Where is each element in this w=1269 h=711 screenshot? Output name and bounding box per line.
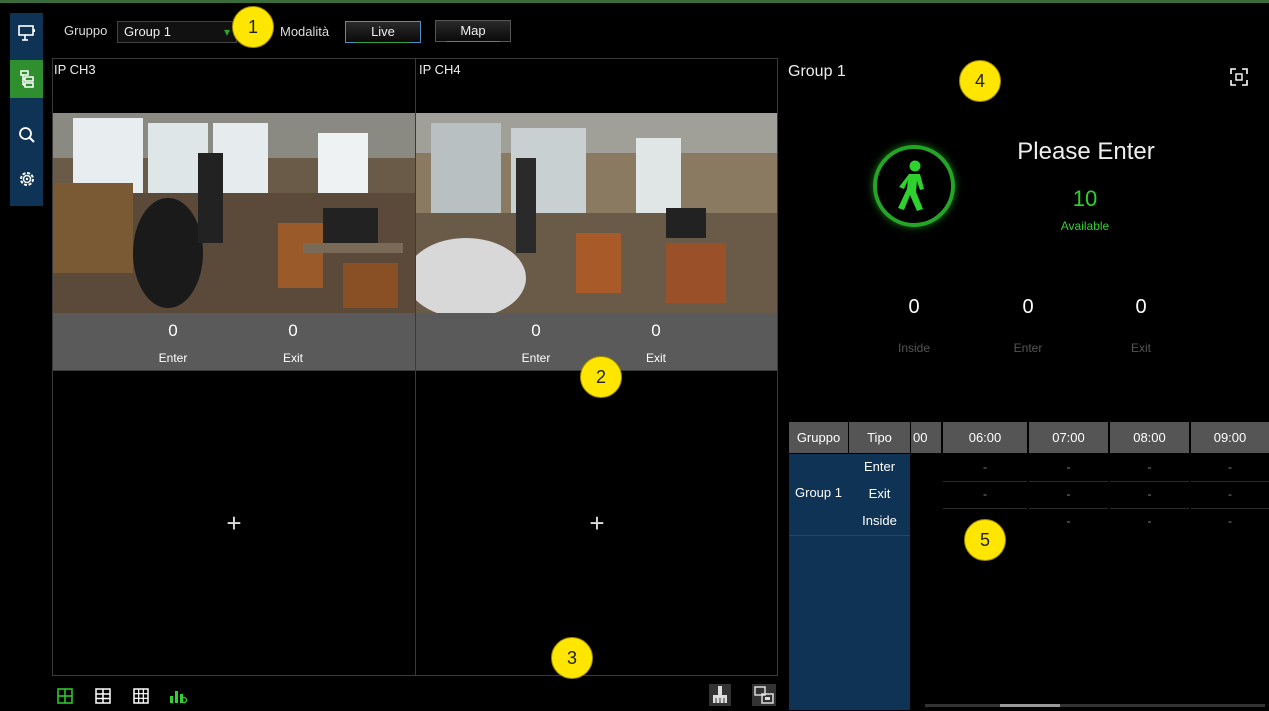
table-row-type: Inside bbox=[862, 513, 897, 528]
enter-count: 0 bbox=[531, 321, 541, 340]
clear-icon[interactable] bbox=[709, 684, 731, 711]
table-cell: - bbox=[1029, 481, 1108, 509]
table-row-type: Enter bbox=[863, 459, 896, 474]
mode-live-label: Live bbox=[371, 24, 395, 39]
table-cell: - bbox=[943, 481, 1027, 509]
camera-feed-ch4[interactable] bbox=[416, 113, 777, 313]
stats-icon[interactable] bbox=[169, 688, 188, 709]
fullscreen-icon[interactable] bbox=[1229, 67, 1249, 92]
chevron-down-icon: ▾ bbox=[223, 25, 230, 39]
annotation-badge: 1 bbox=[232, 6, 274, 48]
grid-divider-horizontal bbox=[52, 370, 778, 371]
layout-4-icon[interactable] bbox=[57, 688, 73, 709]
table-header-time: 00 bbox=[911, 422, 941, 453]
switch-icon[interactable] bbox=[752, 684, 776, 711]
top-border bbox=[0, 0, 1269, 3]
annotation-badge: 3 bbox=[551, 637, 593, 679]
table-cell: - bbox=[1029, 454, 1108, 482]
available-label: Available bbox=[1060, 219, 1110, 233]
group-select[interactable]: Group 1 ▾ bbox=[117, 21, 237, 43]
table-cell: - bbox=[943, 454, 1027, 482]
exit-count: 0 bbox=[288, 321, 298, 340]
layout-6-icon[interactable] bbox=[95, 688, 111, 709]
table-header-time: 09:00 bbox=[1191, 422, 1269, 453]
enter-count: 0 bbox=[168, 321, 178, 340]
add-channel-button[interactable]: + bbox=[219, 508, 249, 538]
walking-person-icon bbox=[873, 145, 955, 227]
channel-name: IP CH4 bbox=[419, 62, 461, 77]
exit-label: Exit bbox=[645, 351, 666, 365]
mode-map-label: Map bbox=[460, 23, 486, 38]
settings-icon[interactable] bbox=[10, 161, 43, 197]
add-channel-button[interactable]: + bbox=[582, 508, 612, 538]
enter-label: Enter bbox=[521, 351, 551, 365]
exit-label: Exit bbox=[282, 351, 303, 365]
inside-label: Inside bbox=[897, 341, 931, 355]
group-label: Gruppo bbox=[64, 23, 108, 38]
table-cell: - bbox=[1110, 454, 1189, 482]
summary-group-title: Group 1 bbox=[788, 63, 846, 80]
table-group-name: Group 1 bbox=[795, 485, 842, 500]
table-header-type: Tipo bbox=[849, 422, 910, 453]
search-icon[interactable] bbox=[10, 117, 43, 153]
table-cell: - bbox=[1191, 454, 1269, 482]
table-header-time: 08:00 bbox=[1110, 422, 1189, 453]
exit-label-total: Exit bbox=[1130, 341, 1151, 355]
mode-label: Modalità bbox=[280, 24, 330, 39]
table-header-group: Gruppo bbox=[789, 422, 848, 453]
monitor-icon[interactable] bbox=[10, 15, 43, 51]
mode-live-button[interactable]: Live bbox=[345, 21, 421, 43]
available-count: 10 bbox=[1072, 186, 1098, 211]
table-divider bbox=[789, 535, 910, 536]
table-header-time: 06:00 bbox=[943, 422, 1027, 453]
counter-bar-ch3: 0 0 Enter Exit bbox=[53, 313, 415, 370]
annotation-badge: 2 bbox=[580, 356, 622, 398]
layout-9-icon[interactable] bbox=[133, 688, 149, 709]
table-cell: - bbox=[1110, 481, 1189, 509]
mode-map-button[interactable]: Map bbox=[435, 20, 511, 42]
enter-label: Enter bbox=[158, 351, 188, 365]
annotation-badge: 4 bbox=[959, 60, 1001, 102]
enter-count-total: 0 bbox=[1022, 296, 1034, 318]
table-row-type: Exit bbox=[868, 486, 891, 501]
annotation-badge: 5 bbox=[964, 519, 1006, 561]
enter-label-total: Enter bbox=[1013, 341, 1043, 355]
group-select-value: Group 1 bbox=[124, 24, 171, 39]
scrollbar-thumb[interactable] bbox=[1000, 704, 1060, 707]
table-header-time: 07:00 bbox=[1029, 422, 1108, 453]
table-cell: - bbox=[1228, 514, 1232, 528]
horizontal-scrollbar[interactable] bbox=[925, 704, 1265, 707]
status-message: Please Enter bbox=[1017, 138, 1155, 165]
table-cell: - bbox=[1066, 514, 1071, 528]
table-cell: - bbox=[1147, 514, 1152, 528]
channel-name: IP CH3 bbox=[54, 62, 96, 77]
people-count-icon[interactable] bbox=[10, 60, 43, 98]
table-cell: - bbox=[1191, 481, 1269, 509]
exit-count-total: 0 bbox=[1135, 296, 1147, 318]
inside-count: 0 bbox=[908, 296, 920, 318]
sidebar bbox=[10, 13, 43, 206]
exit-count: 0 bbox=[651, 321, 661, 340]
camera-feed-ch3[interactable] bbox=[53, 113, 415, 313]
